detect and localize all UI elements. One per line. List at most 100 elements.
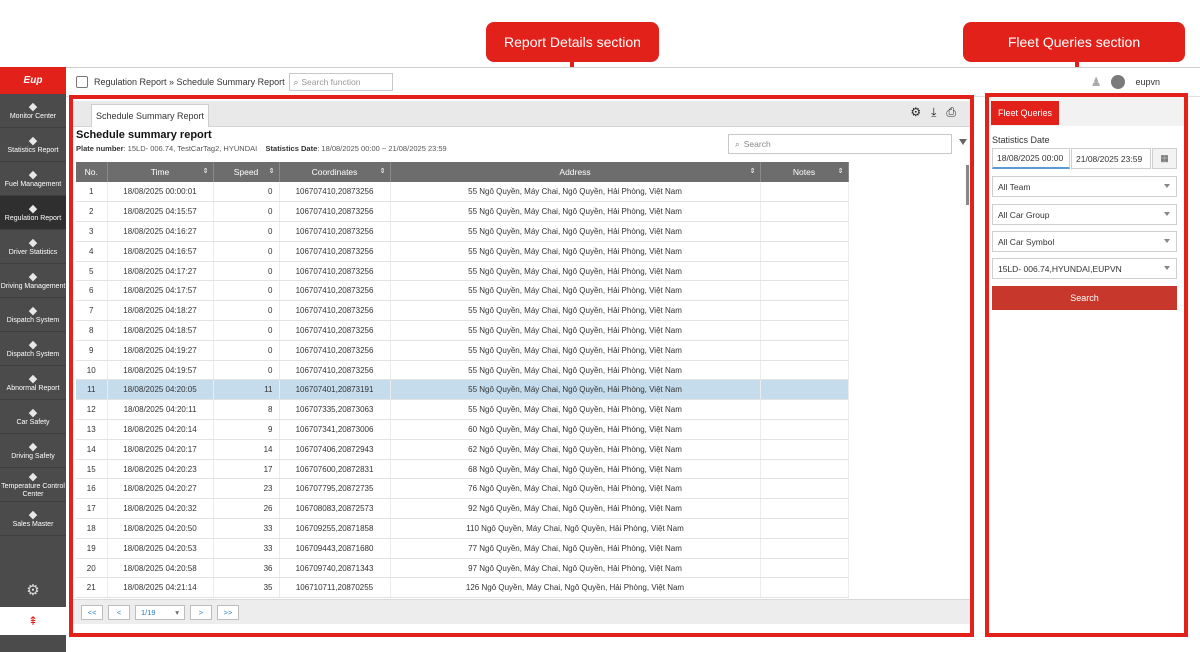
table-row[interactable]: 9 18/08/2025 04:19:27 0 106707410,20873256 5… bbox=[76, 340, 849, 361]
table-row[interactable]: 12 18/08/2025 04:20:11 8 106707335,20873063… bbox=[76, 399, 849, 421]
breadcrumb[interactable]: Regulation Report » Schedule Summary Rep… bbox=[94, 77, 285, 87]
table-row[interactable]: 4 18/08/2025 04:16:57 0 106707410,20873256 5… bbox=[76, 241, 849, 262]
sort-icon[interactable]: ⇕ bbox=[269, 167, 275, 175]
table-cell: 18/08/2025 04:18:57 bbox=[107, 320, 214, 341]
table-row[interactable]: 5 18/08/2025 04:17:27 0 106707410,20873256 5… bbox=[76, 261, 849, 282]
table-row[interactable]: 15 18/08/2025 04:20:23 17 106707600,2087283… bbox=[76, 459, 849, 480]
table-cell bbox=[760, 498, 849, 520]
settings-icon[interactable]: ⚙ bbox=[910, 105, 921, 120]
sidebar-item-driving-management[interactable]: ◆ Driving Management bbox=[0, 264, 66, 298]
column-header-time[interactable]: Time ⇕ bbox=[107, 162, 214, 182]
filter-icon[interactable] bbox=[959, 139, 967, 145]
table-row[interactable]: 17 18/08/2025 04:20:32 26 106708083,2087257… bbox=[76, 498, 849, 520]
next-page-button[interactable]: > bbox=[190, 604, 212, 620]
collapse-top-icon[interactable]: ⇞ bbox=[0, 607, 66, 635]
table-row[interactable]: 13 18/08/2025 04:20:14 9 106707341,20873006… bbox=[76, 419, 849, 440]
sidebar-item-regulation-report[interactable]: ◆ Regulation Report bbox=[0, 196, 66, 230]
sidebar-item-monitor-center[interactable]: ◆ Monitor Center bbox=[0, 94, 66, 128]
table-row[interactable]: 7 18/08/2025 04:18:27 0 106707410,20873256 5… bbox=[76, 300, 849, 322]
tab-schedule-summary-report[interactable]: Schedule Summary Report bbox=[91, 104, 209, 127]
sidebar-item-abnormal-report[interactable]: ◆ Abnormal Report bbox=[0, 366, 66, 400]
date-from-input[interactable]: 18/08/2025 00:00 bbox=[992, 148, 1070, 169]
table-cell: 18/08/2025 04:17:57 bbox=[107, 280, 214, 302]
table-row[interactable]: 6 18/08/2025 04:17:57 0 106707410,20873256 5… bbox=[76, 280, 849, 302]
table-row[interactable]: 1 18/08/2025 00:00:01 0 106707410,20873256 5… bbox=[76, 182, 849, 203]
table-row[interactable]: 3 18/08/2025 04:16:27 0 106707410,20873256 5… bbox=[76, 221, 849, 242]
table-row[interactable]: 14 18/08/2025 04:20:17 14 106707406,2087294… bbox=[76, 439, 849, 460]
table-cell: 2 bbox=[76, 201, 108, 223]
table-cell: 10 bbox=[76, 360, 108, 381]
sidebar-item-driver-statistics[interactable]: ◆ Driver Statistics bbox=[0, 230, 66, 264]
sidebar-item-fuel-management[interactable]: ◆ Fuel Management bbox=[0, 162, 66, 196]
sidebar-item-statistics-report[interactable]: ◆ Statistics Report bbox=[0, 128, 66, 162]
table-cell: 55 Ngô Quyền, Máy Chai, Ngô Quyền, Hải P… bbox=[390, 201, 761, 223]
table-cell: 0 bbox=[213, 300, 280, 322]
column-header-label: No. bbox=[84, 167, 98, 177]
car-symbol-select[interactable]: All Car Symbol bbox=[992, 231, 1177, 252]
sidebar-item-driving-safety[interactable]: ◆ Driving Safety bbox=[0, 434, 66, 468]
table-row[interactable]: 18 18/08/2025 04:20:50 33 106709255,2087185… bbox=[76, 518, 849, 539]
report-tools: ⚙ ⤓ ⎙ bbox=[910, 105, 956, 120]
calendar-icon[interactable]: ▦ bbox=[1152, 148, 1177, 169]
team-select[interactable]: All Team bbox=[992, 176, 1177, 197]
table-cell: 18/08/2025 04:20:11 bbox=[107, 399, 214, 421]
table-cell: 0 bbox=[213, 241, 280, 262]
table-row[interactable]: 8 18/08/2025 04:18:57 0 106707410,20873256 5… bbox=[76, 320, 849, 341]
sidebar-item-label: Car Safety bbox=[16, 418, 50, 426]
table-scrollbar[interactable] bbox=[966, 165, 969, 205]
prev-page-button[interactable]: < bbox=[108, 604, 130, 620]
username[interactable]: eupvn bbox=[1135, 77, 1160, 87]
sort-icon[interactable]: ⇕ bbox=[838, 167, 844, 175]
sort-icon[interactable]: ⇕ bbox=[750, 167, 756, 175]
table-row[interactable]: 19 18/08/2025 04:20:53 33 106709443,2087168… bbox=[76, 538, 849, 559]
table-search-input[interactable]: ⌕ Search bbox=[728, 134, 952, 154]
column-header-address[interactable]: Address ⇕ bbox=[390, 162, 761, 182]
sales-icon: ◆ bbox=[28, 508, 38, 521]
sidebar-item-sales-master[interactable]: ◆ Sales Master bbox=[0, 502, 66, 536]
page-select[interactable]: 1/19 ▾ bbox=[135, 604, 185, 620]
table-cell: 0 bbox=[213, 360, 280, 381]
table-cell bbox=[760, 241, 849, 262]
settings-gear-icon[interactable]: ⚙ bbox=[0, 575, 66, 605]
search-button[interactable]: Search bbox=[992, 286, 1177, 310]
vehicle-select[interactable]: 15LD- 006.74,HYUNDAI,EUPVN bbox=[992, 258, 1177, 279]
sort-icon[interactable]: ⇕ bbox=[203, 167, 209, 175]
column-header-no[interactable]: No. bbox=[76, 162, 108, 182]
table-row[interactable]: 10 18/08/2025 04:19:57 0 106707410,20873256… bbox=[76, 360, 849, 381]
download-icon[interactable]: ⤓ bbox=[931, 105, 936, 120]
tab-fleet-queries[interactable]: Fleet Queries bbox=[991, 101, 1059, 125]
car-symbol-value: All Car Symbol bbox=[998, 236, 1055, 247]
report-details-callout: Report Details section bbox=[486, 22, 659, 62]
table-cell: 18/08/2025 04:17:27 bbox=[107, 261, 214, 282]
column-header-coordinates[interactable]: Coordinates ⇕ bbox=[279, 162, 391, 182]
sidebar-item-dispatch-system[interactable]: ◆ Dispatch System bbox=[0, 298, 66, 332]
sort-icon[interactable]: ⇕ bbox=[380, 167, 386, 175]
table-row[interactable]: 11 18/08/2025 04:20:05 11 106707401,2087319… bbox=[76, 379, 849, 401]
table-row[interactable]: 16 18/08/2025 04:20:27 23 106707795,2087273… bbox=[76, 478, 849, 500]
sidebar-item-dispatch-system[interactable]: ◆ Dispatch System bbox=[0, 332, 66, 366]
table-row[interactable]: 21 18/08/2025 04:21:14 35 106710711,2087025… bbox=[76, 577, 849, 599]
table-cell: 106709740,20871343 bbox=[279, 558, 391, 579]
user-profile-icon[interactable]: ♟ bbox=[1091, 75, 1102, 89]
table-cell: 8 bbox=[213, 399, 280, 421]
table-row[interactable]: 20 18/08/2025 04:20:58 36 106709740,2087134… bbox=[76, 558, 849, 579]
print-icon[interactable]: ⎙ bbox=[946, 105, 956, 120]
sidebar-item-temperature-control-center[interactable]: ◆ Temperature Control Center bbox=[0, 468, 66, 502]
eup-logo[interactable]: Eup bbox=[0, 67, 66, 94]
car-group-select[interactable]: All Car Group bbox=[992, 204, 1177, 225]
table-row[interactable]: 2 18/08/2025 04:15:57 0 106707410,20873256 5… bbox=[76, 201, 849, 223]
column-header-speed[interactable]: Speed ⇕ bbox=[213, 162, 280, 182]
fleet-queries-header: Fleet Queries bbox=[989, 97, 1184, 126]
avatar[interactable] bbox=[1111, 75, 1126, 89]
sidebar-menu: ◆ Monitor Center ◆ Statistics Report ◆ Fuel M… bbox=[0, 94, 66, 536]
table-cell: 14 bbox=[76, 439, 108, 460]
column-header-notes[interactable]: Notes ⇕ bbox=[760, 162, 849, 182]
first-page-button[interactable]: << bbox=[81, 604, 103, 620]
table-cell: 62 Ngô Quyền, Máy Chai, Ngô Quyền, Hải P… bbox=[390, 439, 761, 460]
date-to-input[interactable]: 21/08/2025 23:59 bbox=[1071, 148, 1151, 169]
search-function-input[interactable]: ⌕ Search function bbox=[288, 73, 393, 91]
last-page-button[interactable]: >> bbox=[217, 604, 239, 620]
chevron-down-icon bbox=[1164, 239, 1170, 243]
date-label: Statistics Date bbox=[265, 144, 318, 153]
sidebar-item-car-safety[interactable]: ◆ Car Safety bbox=[0, 400, 66, 434]
